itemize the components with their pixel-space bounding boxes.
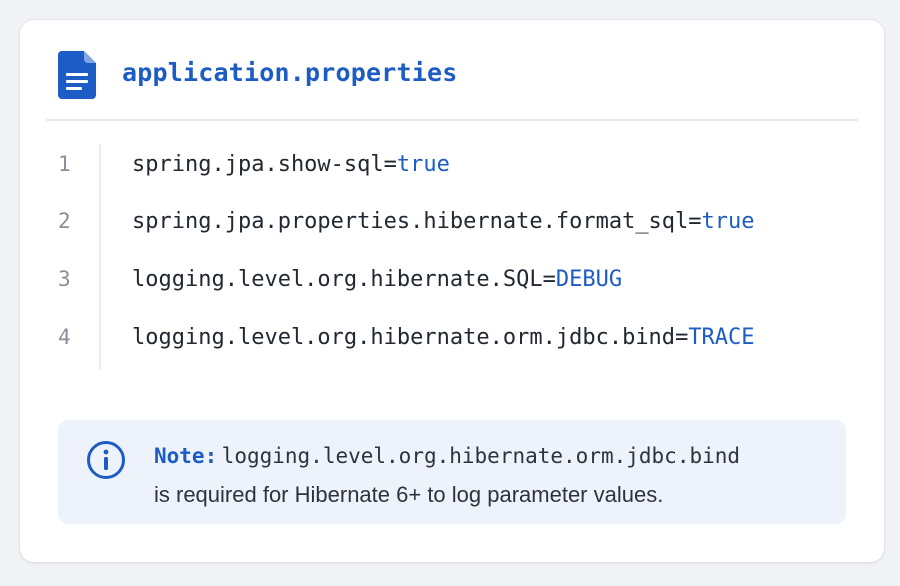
equals-sign: = [675, 325, 689, 350]
line-number: 3 [58, 267, 71, 291]
equals-sign: = [688, 209, 702, 234]
code-content: spring.jpa.show-sql=true [132, 152, 450, 177]
file-name: application.properties [122, 58, 458, 87]
property-value: DEBUG [555, 267, 623, 292]
note-callout: Note: logging.level.org.hibernate.orm.jd… [58, 420, 846, 524]
info-icon [87, 441, 125, 479]
code-content: logging.level.org.hibernate.orm.jdbc.bin… [132, 325, 755, 350]
property-value: TRACE [688, 325, 755, 350]
properties-card: application.properties 1 spring.jpa.show… [20, 20, 884, 562]
document-icon [58, 51, 96, 99]
equals-sign: = [383, 152, 397, 177]
line-number: 1 [58, 152, 71, 176]
code-line: 3 logging.level.org.hibernate.SQL=DEBUG [20, 259, 884, 299]
file-header: application.properties [20, 20, 884, 120]
note-text: is required for Hibernate 6+ to log para… [154, 482, 664, 507]
property-key: logging.level.org.hibernate.orm.jdbc.bin… [132, 325, 676, 350]
code-content: logging.level.org.hibernate.SQL=DEBUG [132, 267, 622, 292]
code-line: 2 spring.jpa.properties.hibernate.format… [20, 201, 884, 241]
line-number: 4 [58, 325, 71, 349]
note-code: logging.level.org.hibernate.orm.jdbc.bin… [221, 444, 741, 468]
property-value: true [701, 209, 755, 234]
line-number: 2 [58, 209, 71, 233]
header-divider [46, 119, 858, 121]
code-block: 1 spring.jpa.show-sql=true 2 spring.jpa.… [20, 144, 884, 370]
code-content: spring.jpa.properties.hibernate.format_s… [132, 209, 755, 234]
note-first-line: Note: logging.level.org.hibernate.orm.jd… [154, 444, 740, 468]
equals-sign: = [542, 267, 556, 292]
property-key: logging.level.org.hibernate.SQL [132, 267, 543, 292]
property-value: true [396, 152, 450, 177]
code-line: 1 spring.jpa.show-sql=true [20, 144, 884, 184]
code-line: 4 logging.level.org.hibernate.orm.jdbc.b… [20, 317, 884, 357]
property-key: spring.jpa.properties.hibernate.format_s… [132, 209, 689, 234]
property-key: spring.jpa.show-sql [132, 152, 384, 177]
note-label: Note: [154, 444, 218, 468]
